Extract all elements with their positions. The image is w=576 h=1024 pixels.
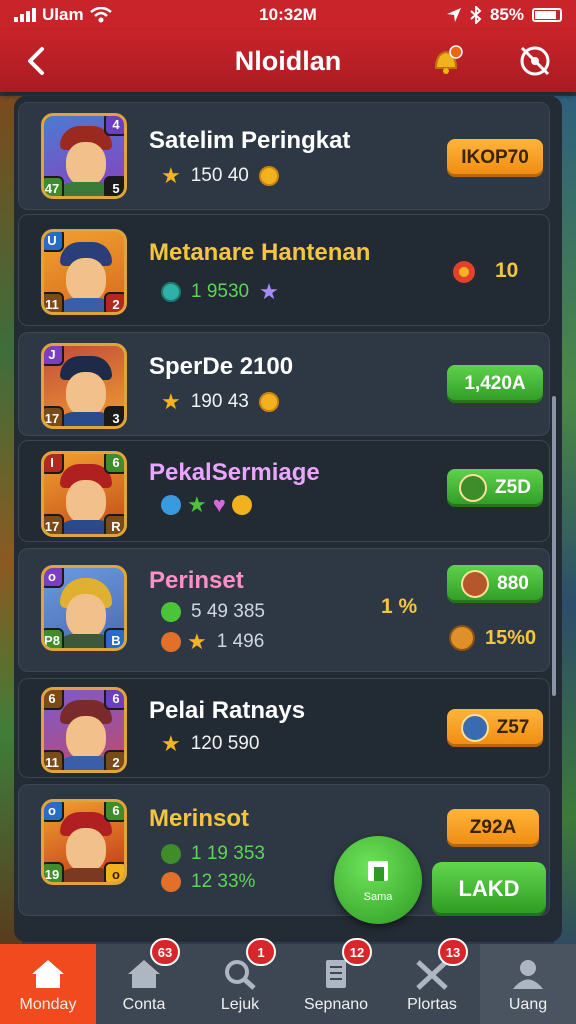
star-icon: ★ — [187, 492, 207, 517]
player-stats-secondary: ★ 1 496 — [161, 631, 268, 653]
settings-compass-icon[interactable] — [516, 42, 554, 80]
player-avatar: 6 6 11 2 — [41, 687, 127, 773]
clock: 10:32M — [259, 5, 317, 24]
ranking-list: 4 47 5 Satelim Peringkat ★ 150 40 IKOP70… — [14, 96, 562, 942]
coin-icon — [449, 625, 475, 651]
action-button[interactable]: Z92A — [447, 809, 539, 847]
notification-badge: 13 — [438, 938, 468, 966]
player-avatar: U 11 2 — [41, 229, 127, 315]
signal-icon — [14, 8, 36, 22]
mini-avatar — [461, 570, 490, 598]
nav-item-sepnano[interactable]: 12 Sepnano — [288, 938, 384, 1024]
battery-icon — [532, 8, 562, 22]
clover-icon — [161, 844, 181, 864]
play-button[interactable]: Sama — [334, 836, 422, 924]
scrollbar[interactable] — [552, 396, 556, 696]
carrier-label: Ulam — [42, 5, 84, 24]
action-button[interactable]: Z57 — [447, 709, 543, 747]
location-icon — [446, 8, 461, 22]
notification-badge: 12 — [342, 938, 372, 966]
star-icon: ★ — [259, 279, 279, 304]
player-stats-secondary: 12 33% — [161, 871, 259, 893]
nav-item-plortas[interactable]: 13 Plortas — [384, 938, 480, 1024]
player-stats: 1 9530 ★ — [161, 281, 279, 303]
nav-item-uang[interactable]: Uang — [480, 944, 576, 1024]
play-button-label: Sama — [363, 891, 393, 903]
player-name: Metanare Hantenan — [149, 239, 371, 266]
list-item[interactable]: 6 6 11 2 Pelai Ratnays ★ 120 590 Z57 — [18, 678, 550, 778]
clover-icon — [161, 602, 181, 622]
player-stats: ★ 190 43 — [161, 391, 279, 413]
list-item[interactable]: I 6 17 R PekalSermiage ★ ♥ Z5D — [18, 440, 550, 542]
bottom-nav: Monday 63 Conta 1 Lejuk 12 Sepnano 13 Pl… — [0, 938, 576, 1024]
blue-gem-icon — [161, 495, 181, 515]
score-value: 10 — [495, 259, 519, 282]
heart-icon: ♥ — [212, 492, 226, 517]
player-name: Pelai Ratnays — [149, 697, 306, 724]
player-avatar: o P8 B — [41, 565, 127, 651]
percent-value: 1 % — [381, 595, 418, 618]
player-name: Satelim Peringkat — [149, 127, 351, 154]
coin-icon — [231, 495, 252, 515]
wifi-icon — [89, 7, 112, 23]
player-avatar: I 6 17 R — [41, 451, 127, 537]
flag-icon — [368, 861, 388, 881]
player-stats: 1 19 353 — [161, 843, 269, 865]
player-name: Perinset — [149, 567, 244, 594]
gear-icon — [453, 261, 475, 283]
player-avatar: o 6 19 o — [41, 799, 127, 885]
app-header: Nloidlan — [0, 30, 576, 92]
player-avatar: 4 47 5 — [41, 113, 127, 199]
battery-percent: 85% — [489, 5, 524, 24]
nav-item-monday[interactable]: Monday — [0, 944, 96, 1024]
notification-badge: 1 — [246, 938, 276, 966]
player-name: Merinsot — [149, 805, 250, 832]
back-arrow-icon[interactable] — [20, 44, 54, 78]
gem-icon — [161, 282, 181, 302]
list-item[interactable]: U 11 2 Metanare Hantenan 1 9530 ★ 10 — [18, 214, 550, 326]
gear-icon — [161, 872, 181, 892]
mini-avatar — [459, 474, 488, 502]
player-stats: ★ 120 590 — [161, 731, 260, 756]
action-button[interactable]: 1,420A — [447, 365, 543, 403]
list-item[interactable]: 4 47 5 Satelim Peringkat ★ 150 40 IKOP70 — [18, 102, 550, 210]
coin-icon — [258, 166, 279, 186]
status-bar: Ulam 10:32M 85% — [0, 0, 576, 30]
home-icon — [32, 960, 64, 988]
player-stats: ★ 150 40 — [161, 165, 279, 187]
notification-bell-icon[interactable] — [428, 42, 466, 80]
notification-badge: 63 — [150, 938, 180, 966]
nav-item-conta[interactable]: 63 Conta — [96, 938, 192, 1024]
action-button[interactable]: IKOP70 — [447, 139, 543, 177]
player-name: PekalSermiage — [149, 459, 320, 486]
player-name: SperDe 2100 — [149, 353, 294, 380]
star-icon: ★ — [161, 163, 181, 188]
star-icon: ★ — [161, 389, 181, 414]
action-button[interactable]: 880 — [447, 565, 543, 603]
profile-icon — [513, 960, 543, 989]
mini-shield — [460, 714, 489, 742]
coin-icon — [258, 392, 279, 412]
page-title: Nloidlan — [234, 45, 342, 76]
star-icon: ★ — [161, 731, 181, 756]
player-stats: 5 49 385 — [161, 601, 269, 623]
nav-item-lejuk[interactable]: 1 Lejuk — [192, 938, 288, 1024]
list-item[interactable]: J 17 3 SperDe 2100 ★ 190 43 1,420A — [18, 332, 550, 436]
star-icon: ★ — [187, 629, 207, 654]
player-avatar: J 17 3 — [41, 343, 127, 429]
player-icons: ★ ♥ — [161, 492, 252, 517]
gear-icon — [161, 632, 181, 652]
bluetooth-icon — [470, 6, 482, 24]
bonus-value: 15%0 — [449, 625, 540, 651]
list-item[interactable]: o P8 B Perinset 5 49 385 ★ 1 496 1 % 880… — [18, 548, 550, 672]
laker-button[interactable]: LAKD — [432, 862, 546, 916]
action-button[interactable]: Z5D — [447, 469, 543, 507]
